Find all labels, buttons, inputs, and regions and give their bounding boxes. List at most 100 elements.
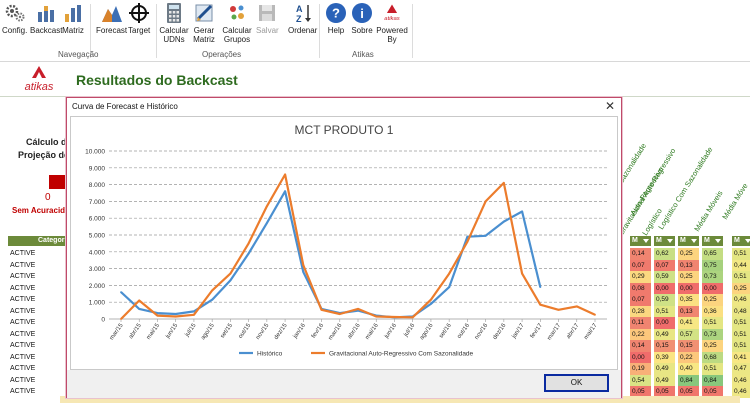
grid-cell[interactable]: 0,00: [678, 282, 699, 294]
config-button[interactable]: Config.: [2, 2, 27, 35]
status-cell[interactable]: ACTIVE: [10, 283, 35, 295]
grid-cell[interactable]: 0,51: [732, 248, 750, 260]
data-point: [411, 316, 414, 319]
grid-cell[interactable]: 0,19: [630, 363, 651, 375]
grid-cell[interactable]: 0,51: [732, 340, 750, 352]
x-tick-label: jun/15: [164, 322, 179, 340]
grid-cell[interactable]: 0,14: [630, 340, 651, 352]
grid-cell[interactable]: 0,25: [732, 282, 750, 294]
grid-cell[interactable]: 0,49: [654, 328, 675, 340]
x-tick-label: jul/15: [184, 322, 198, 339]
metric-column-header[interactable]: M: [678, 236, 699, 246]
grid-cell[interactable]: 0,51: [732, 317, 750, 329]
grid-cell[interactable]: 0,51: [702, 363, 723, 375]
grid-cell[interactable]: 0,00: [702, 282, 723, 294]
metric-column-header[interactable]: M: [654, 236, 675, 246]
grid-cell[interactable]: 0,11: [630, 317, 651, 329]
grid-cell[interactable]: 0,46: [732, 374, 750, 386]
metric-column-header[interactable]: M: [732, 236, 750, 246]
salvar-button[interactable]: Salvar: [256, 2, 279, 35]
grid-cell[interactable]: 0,51: [702, 317, 723, 329]
grid-cell[interactable]: 0,62: [654, 248, 675, 260]
calcular-udns-button[interactable]: Calcular UDNs: [159, 2, 189, 44]
grid-cell[interactable]: 0,15: [678, 340, 699, 352]
ordenar-button[interactable]: AZ Ordenar: [288, 2, 317, 35]
sobre-button[interactable]: i Sobre: [351, 2, 373, 35]
close-icon[interactable]: ✕: [605, 99, 615, 113]
grid-cell[interactable]: 0,48: [732, 305, 750, 317]
grid-cell[interactable]: 0,51: [654, 305, 675, 317]
grid-cell[interactable]: 0,00: [654, 282, 675, 294]
matriz-button[interactable]: Matriz: [62, 2, 84, 35]
grid-cell[interactable]: 0,29: [630, 271, 651, 283]
data-point: [302, 264, 305, 267]
forecast-button[interactable]: Forecast: [96, 2, 127, 35]
grid-cell[interactable]: 0,00: [654, 317, 675, 329]
grid-cell[interactable]: 0,13: [678, 305, 699, 317]
grid-cell[interactable]: 0,41: [732, 351, 750, 363]
grid-cell[interactable]: 0,22: [630, 328, 651, 340]
data-point: [338, 313, 341, 315]
grid-cell[interactable]: 0,73: [702, 328, 723, 340]
status-cell[interactable]: ACTIVE: [10, 260, 35, 272]
help-button[interactable]: ? Help: [325, 2, 347, 35]
grid-cell[interactable]: 0,59: [654, 294, 675, 306]
grid-cell[interactable]: 0,25: [678, 248, 699, 260]
grid-cell[interactable]: 0,41: [678, 317, 699, 329]
status-cell[interactable]: ACTIVE: [10, 340, 35, 352]
grid-cell[interactable]: 0,84: [702, 374, 723, 386]
grid-cell[interactable]: 0,08: [630, 282, 651, 294]
target-button[interactable]: Target: [128, 2, 150, 35]
grid-cell[interactable]: 0,39: [654, 351, 675, 363]
status-cell[interactable]: ACTIVE: [10, 271, 35, 283]
grid-cell[interactable]: 0,47: [732, 363, 750, 375]
grid-cell[interactable]: 0,36: [702, 305, 723, 317]
metric-column-header[interactable]: M: [630, 236, 651, 246]
status-cell[interactable]: ACTIVE: [10, 352, 35, 364]
status-cell[interactable]: ACTIVE: [10, 248, 35, 260]
grid-cell[interactable]: 0,07: [654, 259, 675, 271]
grid-cell[interactable]: 0,65: [702, 248, 723, 260]
grid-cell[interactable]: 0,25: [702, 294, 723, 306]
status-cell[interactable]: ACTIVE: [10, 375, 35, 387]
grid-cell[interactable]: 0,25: [678, 271, 699, 283]
grid-cell[interactable]: 0,00: [630, 351, 651, 363]
grid-cell[interactable]: 0,73: [702, 271, 723, 283]
grid-cell[interactable]: 0,40: [678, 363, 699, 375]
grid-cell[interactable]: 0,51: [732, 271, 750, 283]
backcast-button[interactable]: Backcast: [30, 2, 62, 35]
categoria-header[interactable]: Categoria: [8, 236, 70, 246]
grid-cell[interactable]: 0,84: [678, 374, 699, 386]
gerar-matriz-button[interactable]: Gerar Matriz: [190, 2, 218, 44]
grid-cell[interactable]: 0,13: [678, 259, 699, 271]
grid-cell[interactable]: 0,35: [678, 294, 699, 306]
status-cell[interactable]: ACTIVE: [10, 306, 35, 318]
grid-cell[interactable]: 0,59: [654, 271, 675, 283]
calcular-grupos-button[interactable]: Calcular Grupos: [222, 2, 252, 44]
status-cell[interactable]: ACTIVE: [10, 329, 35, 341]
grid-cell[interactable]: 0,54: [630, 374, 651, 386]
grid-cell[interactable]: 0,07: [630, 294, 651, 306]
grid-cell[interactable]: 0,14: [630, 248, 651, 260]
grid-cell[interactable]: 0,07: [630, 259, 651, 271]
grid-cell[interactable]: 0,49: [654, 363, 675, 375]
ok-button[interactable]: OK: [544, 374, 609, 392]
status-cell[interactable]: ACTIVE: [10, 386, 35, 398]
grid-cell[interactable]: 0,15: [654, 340, 675, 352]
grid-cell[interactable]: 0,25: [702, 340, 723, 352]
grid-cell[interactable]: 0,57: [678, 328, 699, 340]
grid-cell[interactable]: 0,49: [654, 374, 675, 386]
grid-cell[interactable]: 0,22: [678, 351, 699, 363]
powered-by-button[interactable]: atikas Powered By: [376, 2, 408, 44]
grid-cell[interactable]: 0,51: [732, 328, 750, 340]
status-cell[interactable]: ACTIVE: [10, 294, 35, 306]
grid-cell[interactable]: 0,75: [702, 259, 723, 271]
grid-cell[interactable]: 0,68: [702, 351, 723, 363]
status-cell[interactable]: ACTIVE: [10, 317, 35, 329]
metric-column-header[interactable]: M: [702, 236, 723, 246]
grid-cell[interactable]: 0,28: [630, 305, 651, 317]
page-title: Resultados do Backcast: [76, 72, 238, 88]
status-cell[interactable]: ACTIVE: [10, 363, 35, 375]
grid-cell[interactable]: 0,46: [732, 294, 750, 306]
grid-cell[interactable]: 0,44: [732, 259, 750, 271]
